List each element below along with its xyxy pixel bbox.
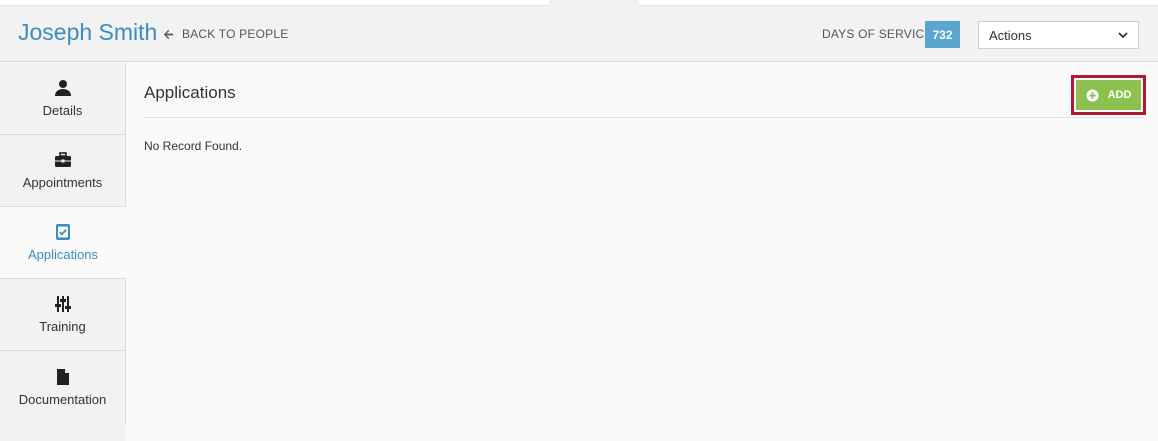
back-to-people-label: BACK TO PEOPLE (182, 27, 289, 41)
actions-dropdown[interactable]: Actions (978, 21, 1139, 49)
section-divider (144, 117, 1144, 118)
briefcase-icon (54, 152, 71, 167)
days-of-service-badge: 732 (925, 21, 960, 48)
back-to-people-link[interactable]: BACK TO PEOPLE (163, 27, 288, 41)
sidebar-item-label: Appointments (22, 175, 103, 190)
main-content: Applications ADD No Record Found. (126, 63, 1158, 441)
add-button-highlight: ADD (1071, 75, 1146, 115)
checklist-icon (56, 224, 70, 240)
sliders-icon (54, 296, 71, 312)
sidebar-item-training[interactable]: Training (0, 279, 126, 351)
add-button-label: ADD (1107, 89, 1132, 101)
sidebar-item-applications[interactable]: Applications (0, 207, 126, 279)
actions-dropdown-value: Actions (989, 27, 1032, 43)
arrow-left-icon (163, 29, 174, 39)
user-icon (54, 80, 71, 96)
sidebar: Details Appointments Applications Traini… (0, 63, 126, 441)
sidebar-item-label: Details (42, 103, 83, 118)
sidebar-item-documentation[interactable]: Documentation (0, 351, 126, 423)
section-title: Applications (144, 83, 236, 102)
page-header: Joseph Smith BACK TO PEOPLE DAYS OF SERV… (0, 6, 1158, 62)
sidebar-item-label: Training (39, 319, 86, 334)
sidebar-item-label: Applications (27, 247, 99, 262)
days-of-service-label: DAYS OF SERVICE (822, 27, 933, 41)
sidebar-item-details[interactable]: Details (0, 63, 126, 135)
document-icon (56, 368, 69, 385)
sidebar-item-appointments[interactable]: Appointments (0, 135, 126, 207)
sidebar-item-label: Documentation (18, 391, 107, 407)
empty-state-message: No Record Found. (144, 139, 243, 153)
plus-circle-icon (1086, 88, 1099, 102)
add-button[interactable]: ADD (1076, 80, 1141, 110)
person-name: Joseph Smith (18, 19, 158, 45)
chevron-down-icon (1118, 32, 1128, 39)
